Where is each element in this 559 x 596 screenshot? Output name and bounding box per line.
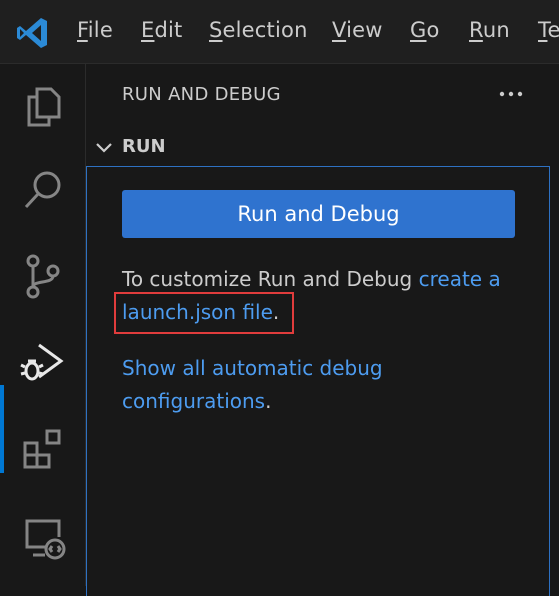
menu-edit-rest: dit xyxy=(154,18,183,42)
show-tail: . xyxy=(265,389,272,413)
menu-view-rest: iew xyxy=(346,18,383,42)
activity-bar xyxy=(0,64,86,586)
menu-go-rest: o xyxy=(426,18,440,42)
remote-explorer-button[interactable] xyxy=(0,494,86,580)
menu-go[interactable]: Go xyxy=(410,18,440,42)
run-and-debug-button[interactable] xyxy=(0,320,86,406)
create-launch-link-part1[interactable]: create a xyxy=(419,267,501,291)
menu-edit[interactable]: Edit xyxy=(141,18,182,42)
run-debug-icon xyxy=(20,343,64,381)
show-configs-link-part1[interactable]: Show all automatic debug xyxy=(122,356,383,380)
menu-file[interactable]: File xyxy=(77,18,113,42)
explorer-button[interactable] xyxy=(0,64,86,150)
vscode-logo-icon[interactable] xyxy=(14,15,50,51)
run-section-header[interactable]: RUN xyxy=(86,130,559,166)
show-configs-paragraph: Show all automatic debug configurations. xyxy=(122,352,542,418)
customize-text: To customize Run and Debug xyxy=(122,267,419,291)
source-control-button[interactable] xyxy=(0,233,86,319)
menu-selection-rest: election xyxy=(222,18,308,42)
menu-selection[interactable]: Selection xyxy=(209,18,308,42)
search-button[interactable] xyxy=(0,147,86,233)
show-configs-link-part2[interactable]: configurations xyxy=(122,389,265,413)
run-and-debug-button-primary[interactable]: Run and Debug xyxy=(122,190,515,238)
chevron-down-icon xyxy=(96,143,112,153)
menu-file-rest: ile xyxy=(87,18,113,42)
source-control-icon xyxy=(26,254,60,299)
section-title: RUN xyxy=(122,136,166,157)
menu-terminal[interactable]: Te xyxy=(538,18,559,42)
run-section-body: Run and Debug To customize Run and Debug… xyxy=(86,166,550,596)
menu-terminal-rest: e xyxy=(547,18,559,42)
menu-run-rest: un xyxy=(482,18,510,42)
remote-explorer-icon xyxy=(25,519,66,560)
menu-view[interactable]: View xyxy=(332,18,383,42)
title-bar: File Edit Selection View Go Run Te xyxy=(0,0,559,64)
menu-run[interactable]: Run xyxy=(469,18,510,42)
highlight-box xyxy=(114,292,294,334)
search-icon xyxy=(24,171,61,209)
sidebar-title: RUN AND DEBUG xyxy=(122,84,281,105)
extensions-button[interactable] xyxy=(0,406,86,492)
extensions-icon xyxy=(23,429,61,469)
files-icon xyxy=(27,87,61,127)
more-actions-icon[interactable] xyxy=(496,82,526,106)
